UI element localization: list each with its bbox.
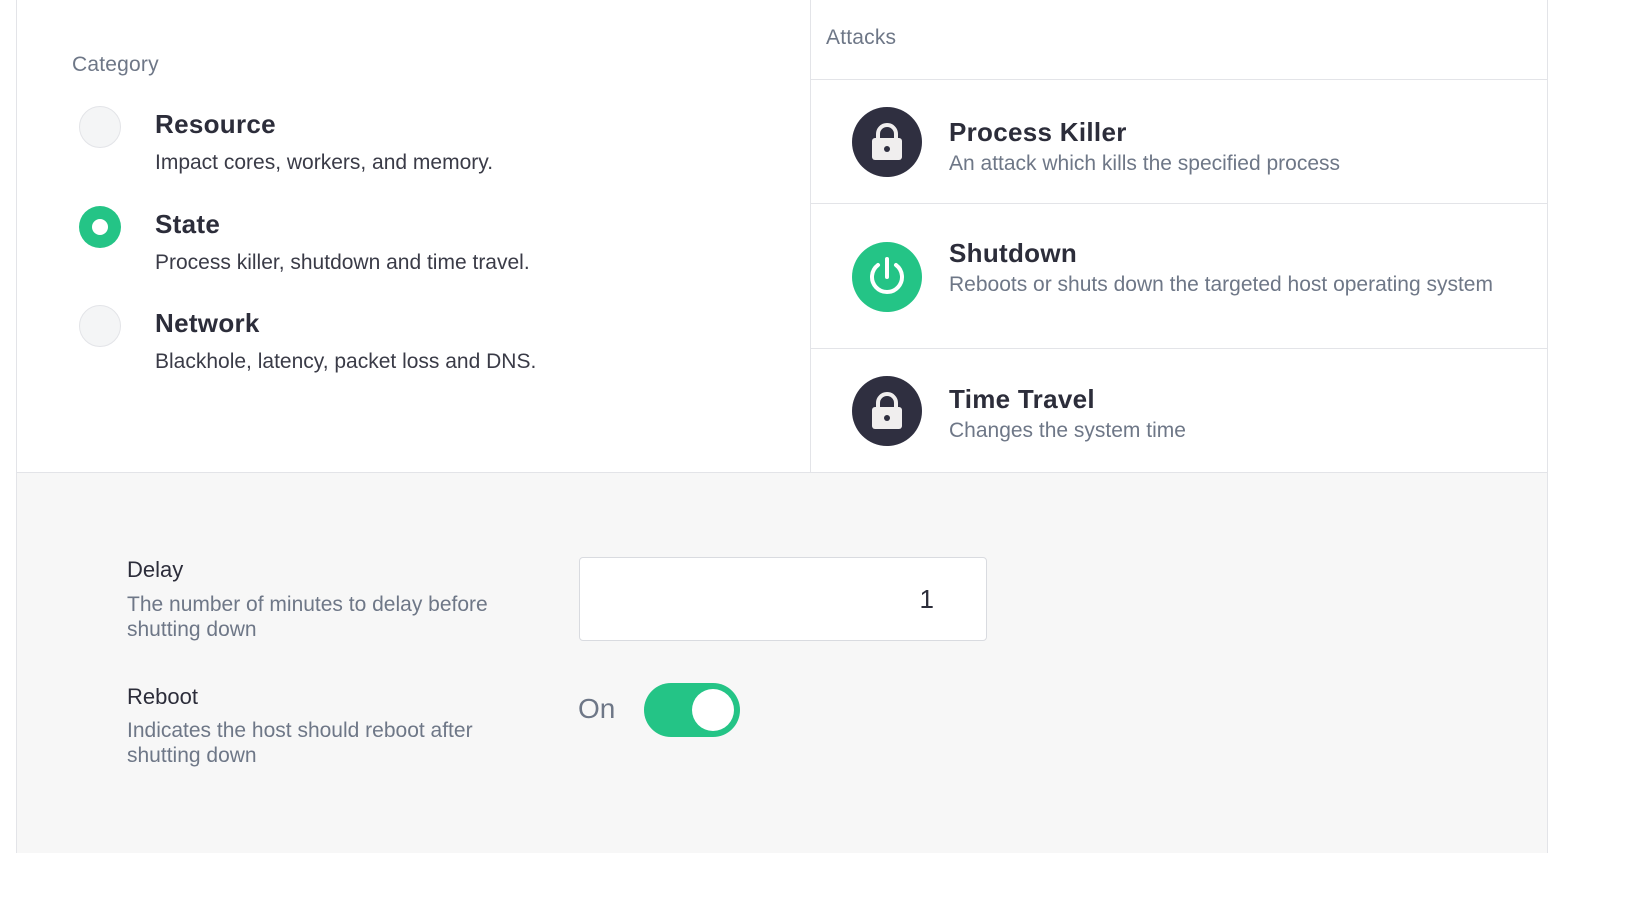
attacks-label: Attacks (826, 26, 897, 49)
attack-settings: Delay The number of minutes to delay bef… (17, 473, 1547, 853)
delay-label: Delay (127, 557, 184, 582)
attacks-column: Attacks Process Killer An attack which k… (811, 0, 1547, 472)
lock-icon (852, 107, 922, 177)
category-title: Network (155, 308, 260, 338)
radio-network[interactable] (79, 305, 121, 347)
reboot-description: Indicates the host should reboot after s… (127, 719, 473, 767)
category-option-resource[interactable]: Resource Impact cores, workers, and memo… (77, 106, 777, 186)
attack-item-time-travel[interactable]: Time Travel Changes the system time (811, 349, 1547, 472)
category-description: Process killer, shutdown and time travel… (155, 251, 530, 274)
category-label: Category (72, 53, 159, 76)
category-title: State (155, 209, 221, 239)
attacks-header: Attacks (811, 0, 1547, 80)
category-description: Impact cores, workers, and memory. (155, 151, 494, 174)
category-description: Blackhole, latency, packet loss and DNS. (155, 350, 537, 373)
category-option-network[interactable]: Network Blackhole, latency, packet loss … (77, 305, 777, 385)
reboot-toggle-label: On (578, 693, 616, 724)
reboot-label: Reboot (127, 684, 198, 709)
attack-title: Time Travel (949, 384, 1095, 414)
attack-item-process-killer[interactable]: Process Killer An attack which kills the… (811, 80, 1547, 204)
radio-resource[interactable] (79, 106, 121, 148)
attack-item-shutdown[interactable]: Shutdown Reboots or shuts down the targe… (811, 204, 1547, 349)
attack-description: An attack which kills the specified proc… (949, 152, 1341, 175)
power-icon (852, 242, 922, 312)
attack-description: Changes the system time (949, 419, 1186, 442)
lock-icon (852, 376, 922, 446)
attack-title: Shutdown (949, 238, 1078, 268)
radio-state[interactable] (79, 206, 121, 248)
attack-title: Process Killer (949, 117, 1127, 147)
category-title: Resource (155, 109, 276, 139)
attack-config-panel: Category Resource Impact cores, workers,… (16, 0, 1548, 853)
attack-description: Reboots or shuts down the targeted host … (949, 273, 1493, 296)
selection-area: Category Resource Impact cores, workers,… (17, 0, 1547, 473)
delay-description: The number of minutes to delay before sh… (127, 593, 488, 641)
reboot-toggle[interactable] (644, 683, 740, 737)
toggle-knob (692, 689, 734, 731)
category-option-state[interactable]: State Process killer, shutdown and time … (77, 206, 777, 286)
delay-input[interactable] (579, 557, 987, 641)
category-column: Category Resource Impact cores, workers,… (17, 0, 811, 472)
